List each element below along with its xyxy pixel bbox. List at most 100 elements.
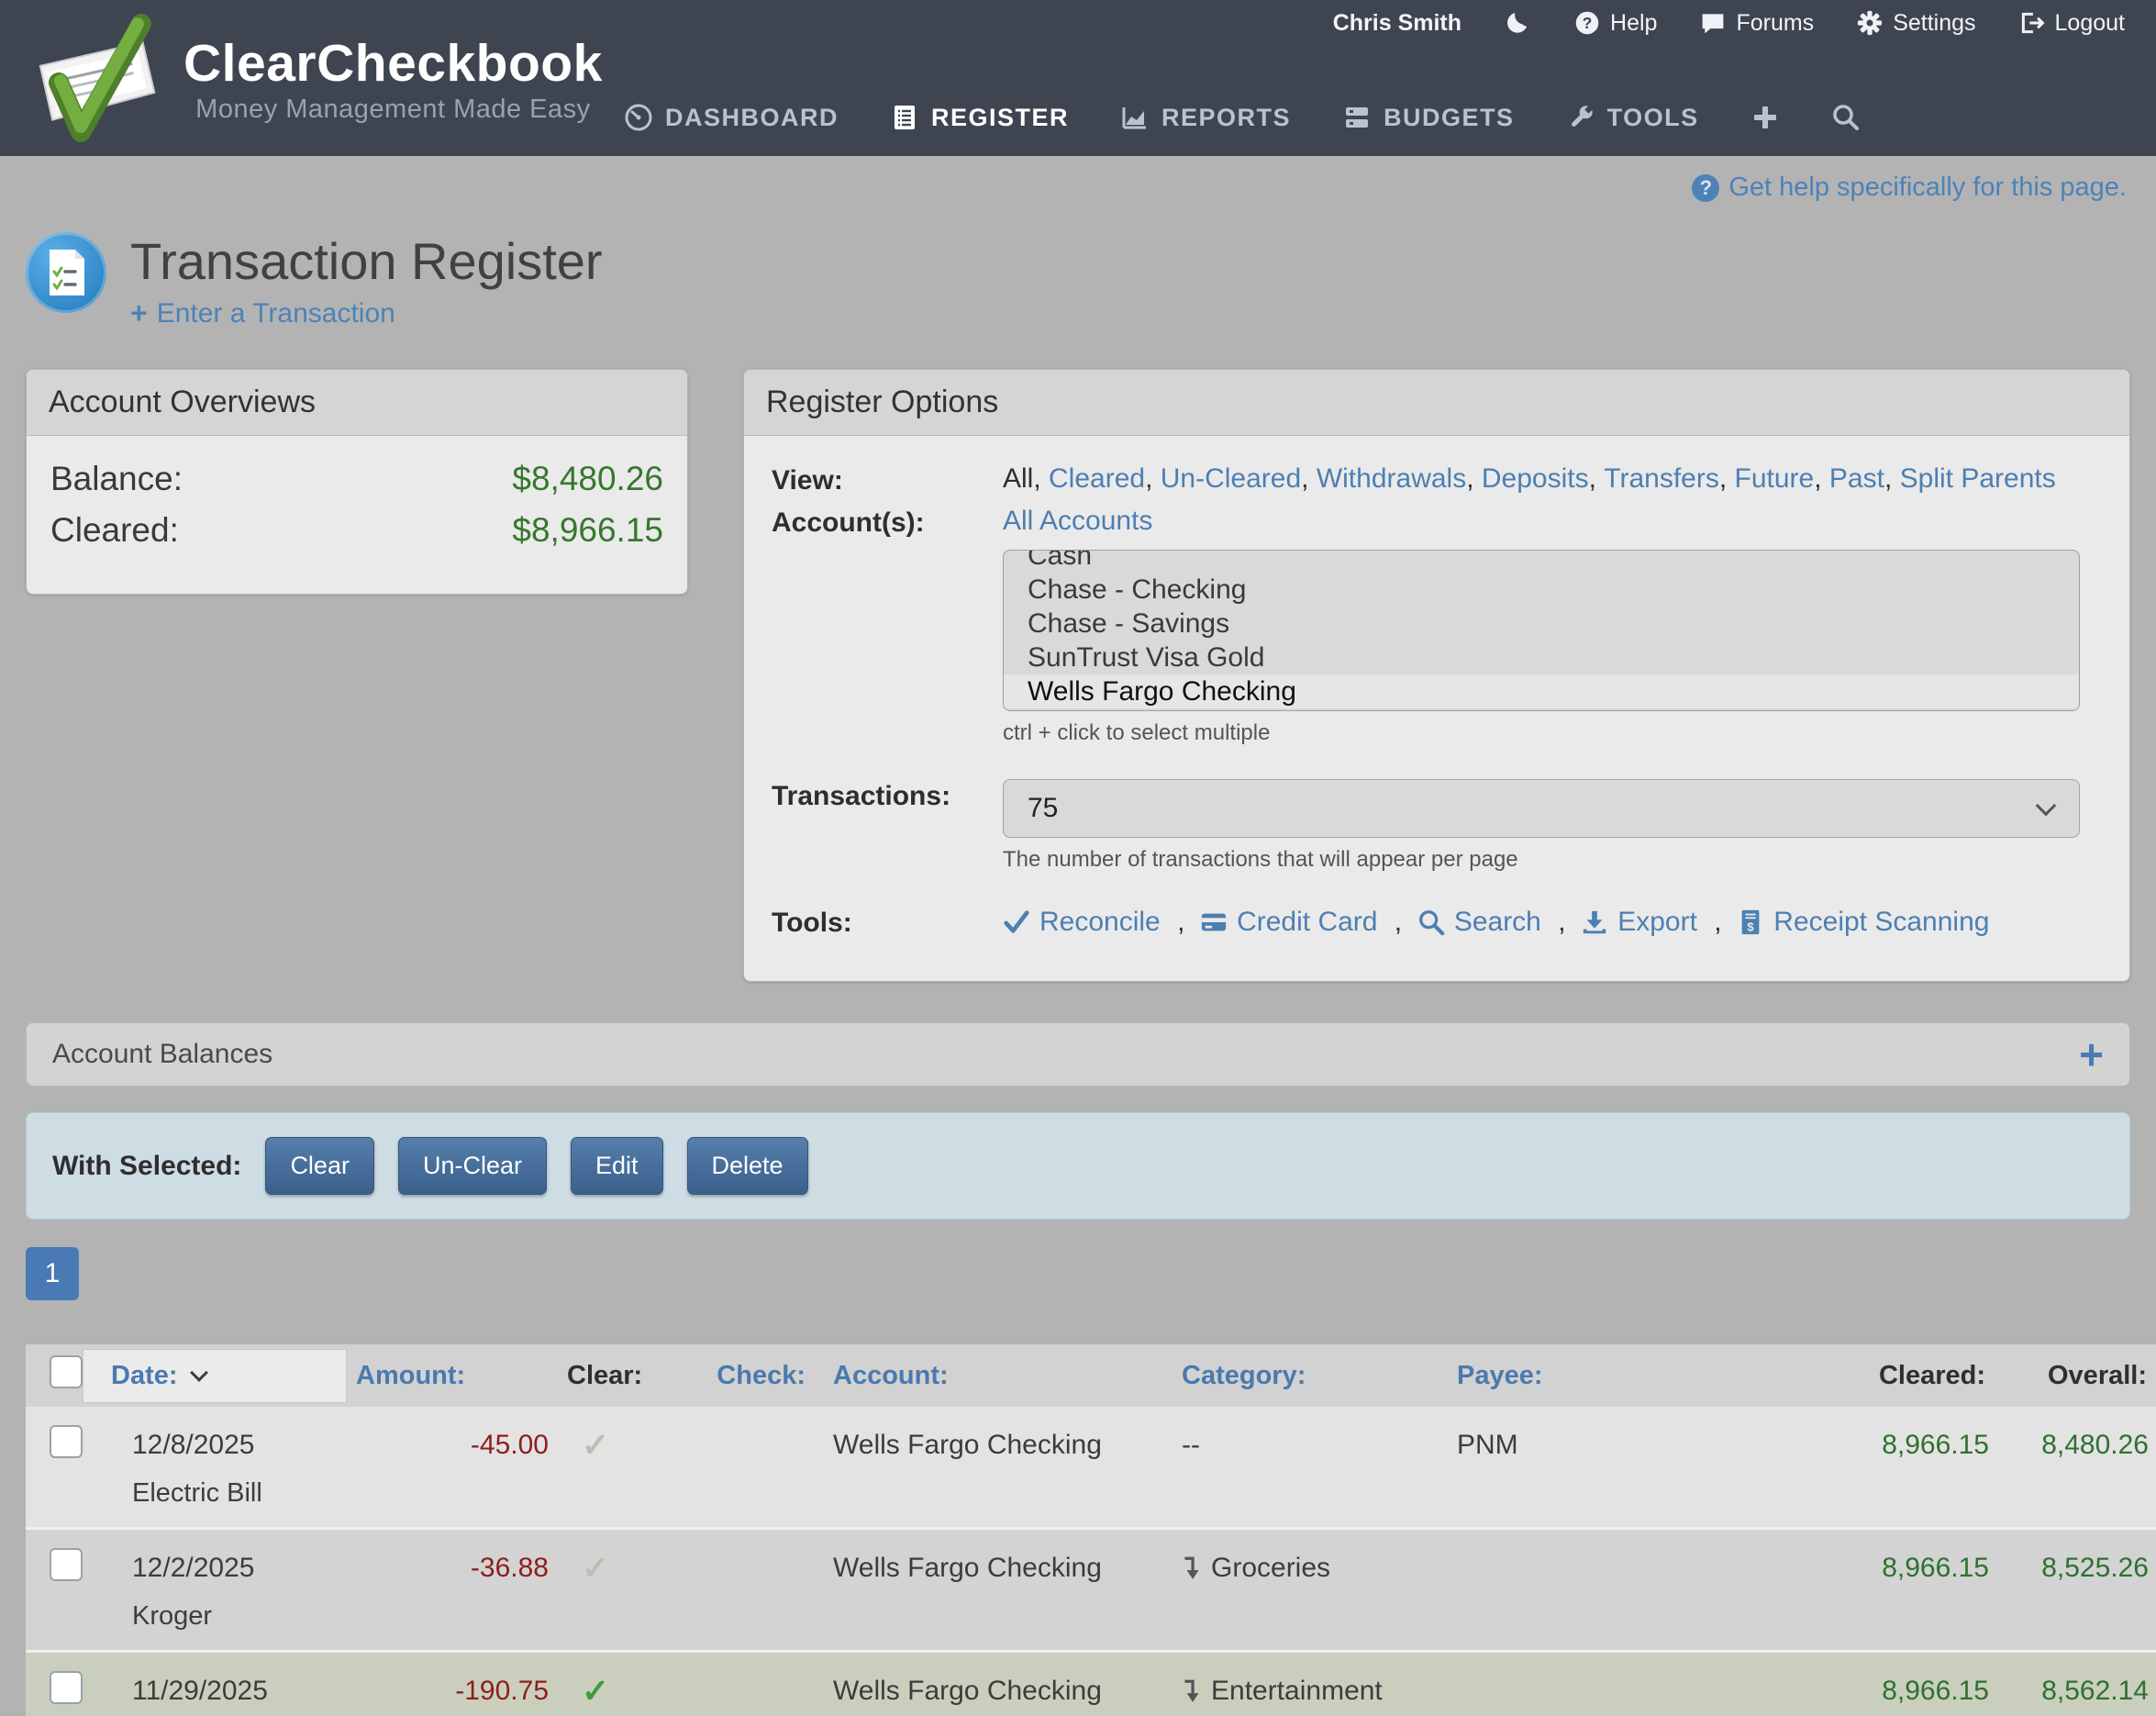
view-withdrawals[interactable]: Withdrawals: [1317, 463, 1482, 496]
tx-amount: -190.75: [347, 1652, 558, 1716]
nav-reports[interactable]: REPORTS: [1120, 103, 1291, 132]
nav-budgets[interactable]: BUDGETS: [1342, 103, 1515, 132]
view-future[interactable]: Future: [1735, 463, 1829, 496]
nav-register[interactable]: REGISTER: [890, 103, 1069, 132]
date-sort-button[interactable]: Date:: [83, 1349, 347, 1403]
view-past[interactable]: Past: [1829, 463, 1900, 496]
nav-search[interactable]: [1831, 103, 1861, 132]
tx-date: 11/29/2025: [83, 1652, 347, 1716]
clear-check-icon[interactable]: ✓: [567, 1672, 609, 1710]
tx-account: Wells Fargo Checking: [824, 1529, 1172, 1593]
nav-register-label: REGISTER: [931, 104, 1069, 132]
account-option[interactable]: Chase - Savings: [1004, 607, 2079, 641]
unclear-button[interactable]: Un-Clear: [398, 1137, 547, 1195]
tx-category[interactable]: Groceries: [1172, 1529, 1448, 1593]
brand-name: ClearCheckbook: [183, 35, 603, 93]
view-transfers[interactable]: Transfers: [1604, 463, 1734, 496]
page-help-label: Get help specifically for this page.: [1728, 173, 2127, 203]
cleared-value: $8,966.15: [512, 511, 663, 550]
account-option[interactable]: Cash: [1004, 550, 2079, 573]
transaction-row[interactable]: 11/29/2025 -190.75 ✓ Wells Fargo Checkin…: [26, 1652, 2156, 1716]
transaction-row[interactable]: 12/2/2025 -36.88 ✓ Wells Fargo Checking …: [26, 1529, 2156, 1593]
date-header: Date:: [83, 1344, 347, 1407]
tx-amount: -36.88: [347, 1529, 558, 1593]
delete-button[interactable]: Delete: [687, 1137, 808, 1195]
clear-check-icon[interactable]: ✓: [567, 1549, 609, 1587]
tx-check: [640, 1652, 824, 1716]
view-deposits[interactable]: Deposits: [1482, 463, 1604, 496]
transactions-hint: The number of transactions that will app…: [1003, 847, 2102, 873]
row-checkbox[interactable]: [50, 1548, 83, 1581]
edit-button[interactable]: Edit: [571, 1137, 663, 1195]
check-header[interactable]: Check:: [640, 1344, 824, 1407]
settings-label: Settings: [1893, 10, 1975, 37]
dark-mode-toggle[interactable]: [1504, 9, 1531, 37]
table-header-row: Date: Amount: Clear: Check: Account: Cat…: [26, 1344, 2156, 1407]
reconcile-link[interactable]: Reconcile: [1003, 907, 1200, 938]
view-all[interactable]: All: [1003, 463, 1049, 496]
clear-button[interactable]: Clear: [265, 1137, 374, 1195]
export-link[interactable]: Export: [1581, 907, 1737, 938]
nav-dashboard[interactable]: DASHBOARD: [624, 103, 839, 132]
clear-check-icon[interactable]: ✓: [567, 1426, 609, 1464]
help-circle-icon: ?: [1573, 9, 1601, 37]
view-filters: All Cleared Un-Cleared Withdrawals Depos…: [1003, 463, 2102, 496]
account-overviews-title: Account Overviews: [27, 370, 687, 436]
amount-header[interactable]: Amount:: [347, 1344, 558, 1407]
tx-account: Wells Fargo Checking: [824, 1407, 1172, 1469]
account-listbox[interactable]: Cash Chase - Checking Chase - Savings Su…: [1003, 550, 2080, 711]
brand-tagline: Money Management Made Easy: [183, 95, 603, 125]
row-checkbox[interactable]: [50, 1671, 83, 1704]
account-option[interactable]: Chase - Checking: [1004, 573, 2079, 607]
view-split-parents[interactable]: Split Parents: [1900, 463, 2056, 496]
accounts-label: Account(s):: [772, 506, 1003, 770]
multi-select-hint: ctrl + click to select multiple: [1003, 720, 2102, 746]
nav-tools[interactable]: TOOLS: [1566, 103, 1699, 132]
forums-link[interactable]: Forums: [1699, 9, 1814, 37]
tx-date: 12/2/2025: [83, 1529, 347, 1593]
with-selected-label: With Selected:: [52, 1151, 241, 1182]
tx-category[interactable]: Entertainment: [1172, 1652, 1448, 1716]
page-1-button[interactable]: 1: [26, 1247, 79, 1300]
category-header[interactable]: Category:: [1172, 1344, 1448, 1407]
tx-payee: [1448, 1529, 1824, 1593]
settings-link[interactable]: Settings: [1856, 9, 1975, 37]
balance-label: Balance:: [50, 460, 183, 498]
view-uncleared[interactable]: Un-Cleared: [1161, 463, 1317, 496]
enter-transaction-link[interactable]: + Enter a Transaction: [130, 296, 395, 330]
account-balances-bar[interactable]: Account Balances +: [26, 1022, 2130, 1086]
view-cleared[interactable]: Cleared: [1049, 463, 1161, 496]
page-help-link[interactable]: ? Get help specifically for this page.: [1692, 173, 2127, 203]
select-all-checkbox[interactable]: [50, 1355, 83, 1388]
tx-cleared-balance: 8,966.15: [1824, 1529, 1998, 1593]
tx-category-label: Entertainment: [1211, 1676, 1383, 1707]
credit-card-link[interactable]: Credit Card: [1200, 907, 1417, 938]
register-options-title: Register Options: [744, 370, 2129, 436]
help-link[interactable]: ? Help: [1573, 9, 1657, 37]
dashboard-icon: [624, 103, 653, 132]
account-option-selected[interactable]: Wells Fargo Checking: [1004, 674, 2079, 708]
brand[interactable]: ClearCheckbook Money Management Made Eas…: [28, 11, 603, 149]
tx-category[interactable]: --: [1172, 1407, 1448, 1469]
receipt-scanning-link[interactable]: $ Receipt Scanning: [1737, 907, 1989, 938]
credit-card-icon: [1200, 908, 1228, 936]
nav-add[interactable]: [1750, 103, 1780, 132]
svg-text:?: ?: [1583, 14, 1593, 32]
tx-date: 12/8/2025: [83, 1407, 347, 1469]
date-header-label: Date:: [111, 1361, 178, 1391]
search-link[interactable]: Search: [1417, 907, 1581, 938]
main-menu: DASHBOARD REGISTER REPORTS BUDGETS TOOLS: [624, 103, 1861, 132]
tx-overall-balance: 8,525.26: [1998, 1529, 2156, 1593]
user-menu[interactable]: Chris Smith: [1333, 10, 1461, 37]
all-accounts-link[interactable]: All Accounts: [1003, 506, 1152, 536]
account-option[interactable]: SunTrust Visa Gold: [1004, 641, 2079, 674]
logout-label: Logout: [2055, 10, 2125, 37]
account-header[interactable]: Account:: [824, 1344, 1172, 1407]
expand-plus-icon[interactable]: +: [2079, 1033, 2104, 1075]
transactions-per-page-select[interactable]: 75: [1003, 779, 2080, 838]
transaction-memo-row: Kroger: [26, 1592, 2156, 1652]
logout-link[interactable]: Logout: [2018, 9, 2125, 37]
payee-header[interactable]: Payee:: [1448, 1344, 1824, 1407]
row-checkbox[interactable]: [50, 1425, 83, 1458]
transaction-row[interactable]: 12/8/2025 -45.00 ✓ Wells Fargo Checking …: [26, 1407, 2156, 1469]
